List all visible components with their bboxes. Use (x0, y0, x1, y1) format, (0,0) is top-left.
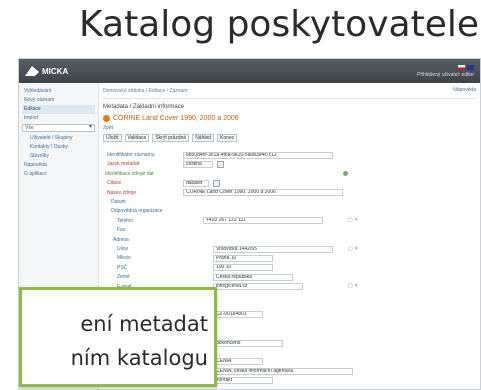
field-input[interactable]: Vršovická 1442/65 (213, 245, 333, 253)
field-input[interactable]: Česká republika (213, 273, 293, 281)
field-input[interactable]: dokončeno (213, 339, 283, 347)
form-row: PSČ (117, 264, 127, 272)
callout-line-2: ním katalogu (70, 346, 208, 370)
record-type-icon (103, 114, 110, 122)
form-row: Odpovědná organizace (111, 207, 163, 215)
form-row: Město (117, 254, 131, 262)
row-tools-icon[interactable]: ▢ ✕ (348, 246, 358, 252)
hide-empty-button[interactable]: Skrýt prázdné (152, 134, 190, 142)
field-label: Ulice (117, 246, 129, 252)
form-row: Citace (107, 179, 121, 187)
close-button[interactable]: Konec (217, 134, 238, 142)
field-label: Telefon (117, 217, 134, 224)
sidebar-item-about[interactable]: O aplikaci (22, 170, 95, 179)
czech-flag-icon[interactable] (458, 64, 465, 70)
field-label: Odpovědná organizace (111, 208, 163, 215)
record-title-text: CORINE Land Cover 1990, 2000 a 2006 (113, 114, 239, 122)
form-row: Datum (111, 198, 126, 206)
field-input[interactable]: dataset (183, 179, 209, 187)
field-label: Citace (107, 180, 122, 187)
field-label: PSČ (117, 264, 128, 271)
sidebar-item-import[interactable]: Import (22, 114, 95, 123)
form-row: Název zdroje (107, 189, 136, 197)
app-logo[interactable]: MICKA (25, 66, 68, 76)
sidebar-item-contacts[interactable]: Kontakty / Osoby (22, 143, 95, 152)
form-row: Ulice (117, 245, 128, 253)
form-row: Jazyk metadat (107, 160, 139, 168)
breadcrumb[interactable]: Domovská stránka / Editace / Záznam (103, 87, 476, 95)
slide-title: Katalog poskytovatele (79, 4, 479, 45)
field-label: Název zdroje (107, 189, 137, 196)
logo-text: MICKA (42, 66, 69, 76)
picker-button[interactable] (213, 179, 220, 187)
field-label: Fax (117, 227, 126, 234)
sidebar-item-new-record[interactable]: Nový záznam (22, 96, 95, 105)
field-label: Identifikátor záznamu (107, 152, 155, 158)
field-input[interactable]: CENIA (213, 358, 263, 366)
callout-line-1: ení metadat (80, 312, 208, 336)
add-section-icon[interactable] (343, 171, 348, 177)
divider (103, 98, 476, 99)
language-switcher (458, 64, 474, 70)
field-input[interactable]: +420 267 122 111 (203, 217, 323, 225)
field-input[interactable]: 6b50d4fc-3c1a-4f8a-9e20-5a0b3e4f7c12 (183, 151, 333, 159)
english-flag-icon[interactable] (467, 64, 474, 70)
editor-toolbar: Uložit Validace Skrýt prázdné Náhled Kon… (103, 133, 476, 143)
sidebar-item-users[interactable]: Uživatelé / Skupiny (22, 134, 95, 143)
field-label: Jazyk metadat (107, 161, 140, 168)
sidebar-item-dictionaries[interactable]: Slovníky (22, 152, 95, 161)
field-input[interactable]: kontakt (213, 377, 273, 385)
form-row: Fax (117, 226, 125, 234)
field-label: Adresa (113, 236, 129, 243)
row-tools-icon[interactable]: ▢ ✕ (348, 283, 358, 289)
field-input[interactable]: 100 10 (213, 264, 273, 272)
field-input[interactable]: info@cenia.cz (213, 283, 303, 291)
validate-button[interactable]: Validace (124, 134, 150, 142)
sidebar-item-search[interactable]: Vyhledávání (22, 87, 95, 96)
save-button[interactable]: Uložit (103, 134, 122, 142)
form-row: Identifikace zdroje dat (105, 170, 154, 178)
form-row: Země (117, 273, 130, 281)
field-input[interactable]: Praha 10 (213, 254, 273, 262)
record-title: CORINE Land Cover 1990, 2000 a 2006 (103, 112, 476, 124)
field-input[interactable]: CENIA, česká informační agentura (213, 367, 353, 375)
help-link[interactable]: Nápověda (453, 87, 476, 93)
field-label: Země (117, 274, 130, 281)
sidebar-item-help[interactable]: Nápověda (22, 161, 95, 170)
user-label[interactable]: Přihlášený uživatel: editor (417, 72, 474, 78)
form-row: Telefon (117, 217, 133, 225)
user-area: Přihlášený uživatel: editor (417, 64, 474, 78)
form-row: Adresa (113, 236, 129, 244)
sidebar-item-edit[interactable]: Editace (22, 105, 95, 114)
sidebar-filter-select[interactable]: Vše (22, 124, 95, 132)
preview-button[interactable]: Náhled (192, 134, 215, 142)
field-input[interactable]: čeština (183, 160, 213, 168)
top-bar: MICKA Přihlášený uživatel: editor (19, 59, 480, 83)
field-input[interactable]: CZ-00164801 (213, 311, 263, 319)
row-tools-icon[interactable]: ▢ ✕ (348, 217, 358, 223)
field-input[interactable]: CORINE Land Cover 1990, 2000 a 2006 (183, 189, 343, 197)
form-row: Identifikátor záznamu (107, 151, 155, 159)
picker-button[interactable] (217, 160, 224, 168)
logo-icon (25, 66, 39, 76)
section-title: Metadata / Základní informace (103, 104, 185, 110)
field-label[interactable]: Identifikace zdroje dat (105, 171, 154, 177)
back-link[interactable]: Zpět (103, 124, 476, 133)
app-screenshot: MICKA Přihlášený uživatel: editor Vyhled… (18, 58, 481, 390)
field-label: Město (117, 255, 131, 262)
field-label: Datum (111, 199, 126, 205)
callout-box: ení metadat ním katalogu (19, 287, 217, 387)
